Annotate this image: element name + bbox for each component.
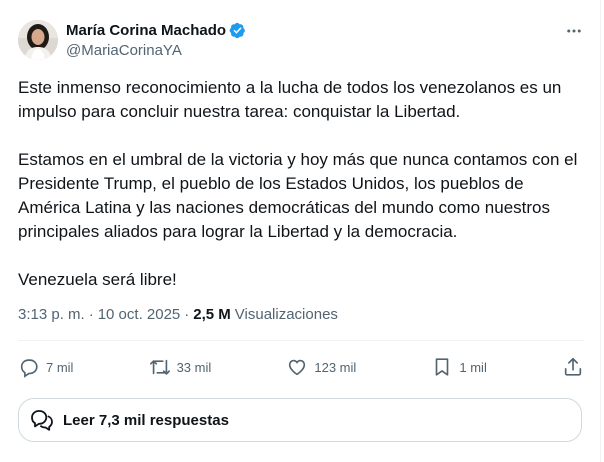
like-icon bbox=[289, 359, 306, 376]
author-name[interactable]: María Corina Machado bbox=[66, 22, 226, 39]
views-count: 2,5 M bbox=[193, 306, 231, 323]
share-icon bbox=[564, 357, 582, 376]
divider bbox=[18, 340, 584, 341]
meta-separator: · bbox=[88, 306, 94, 323]
more-icon[interactable] bbox=[560, 20, 588, 42]
tweet-time[interactable]: 3:13 p. m. bbox=[18, 306, 85, 323]
meta-separator: · bbox=[184, 306, 190, 323]
views-label: Visualizaciones bbox=[234, 306, 338, 323]
verified-badge-icon[interactable] bbox=[229, 22, 246, 39]
tweet-card: María Corina Machado @MariaCorinaYA Este… bbox=[0, 0, 601, 462]
conversation-icon bbox=[31, 410, 53, 431]
tweet-date[interactable]: 10 oct. 2025 bbox=[98, 306, 181, 323]
reply-icon bbox=[20, 359, 38, 378]
reply-count: 7 mil bbox=[46, 359, 74, 375]
tweet-meta: 3:13 p. m. · 10 oct. 2025 · 2,5 M Visual… bbox=[18, 306, 338, 323]
reply-button[interactable]: 7 mil bbox=[18, 356, 73, 378]
read-replies-button[interactable]: Leer 7,3 mil respuestas bbox=[18, 398, 582, 442]
tweet-text: Este inmenso reconocimiento a la lucha d… bbox=[18, 78, 578, 289]
like-button[interactable]: 123 mil bbox=[286, 356, 356, 378]
like-count: 123 mil bbox=[314, 359, 357, 375]
action-bar: 7 mil 33 mil 123 mil 1 mil bbox=[18, 350, 584, 384]
bookmark-count: 1 mil bbox=[459, 359, 487, 375]
repost-icon bbox=[149, 359, 170, 375]
repost-count: 33 mil bbox=[176, 359, 212, 375]
bookmark-icon bbox=[436, 358, 449, 376]
author-handle[interactable]: @MariaCorinaYA bbox=[66, 42, 246, 59]
bookmark-button[interactable]: 1 mil bbox=[431, 356, 487, 378]
share-button[interactable] bbox=[562, 356, 584, 378]
author-info: María Corina Machado @MariaCorinaYA bbox=[66, 20, 246, 59]
read-replies-label: Leer 7,3 mil respuestas bbox=[63, 411, 229, 429]
tweet-header: María Corina Machado @MariaCorinaYA bbox=[18, 16, 588, 64]
repost-button[interactable]: 33 mil bbox=[149, 356, 212, 378]
avatar[interactable] bbox=[18, 20, 58, 60]
